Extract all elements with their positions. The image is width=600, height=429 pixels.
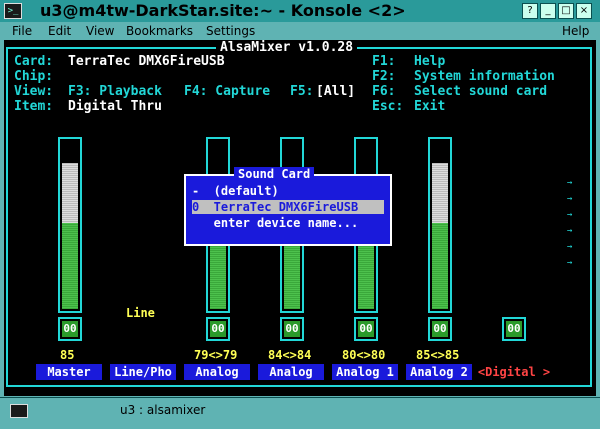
fader-analog-2-level	[432, 223, 448, 309]
scroll-arrow-icon: →	[567, 210, 573, 220]
fader-master[interactable]	[58, 137, 82, 313]
view-capture: F4: Capture	[184, 84, 271, 99]
card-label: Card:	[14, 54, 54, 69]
channel-analog[interactable]: Analog	[184, 364, 250, 380]
volume-analog-1: 80<>80	[342, 348, 386, 362]
volume-analog-2ch: 84<>84	[268, 348, 312, 362]
mute-digital[interactable]: 00	[502, 317, 526, 341]
key-f6: F6:	[372, 84, 396, 99]
fader-analog-2[interactable]	[428, 137, 452, 313]
mixer-title: AlsaMixer v1.0.28	[216, 40, 358, 55]
menu-settings[interactable]: Settings	[206, 24, 255, 38]
mute-analog-state: 00	[210, 321, 226, 337]
help-window-button[interactable]: ?	[522, 3, 538, 19]
menu-file[interactable]: File	[12, 24, 32, 38]
view-playback: F3: Playback	[68, 84, 162, 99]
channel-analog-1[interactable]: Analog 1	[332, 364, 398, 380]
channel-master[interactable]: Master	[36, 364, 102, 380]
konsole-app-icon[interactable]: >_	[4, 3, 22, 19]
item-label: Item:	[14, 99, 54, 114]
sound-card-dialog: Sound Card - (default) 0 TerraTec DMX6Fi…	[184, 167, 392, 246]
channel-digital-selected[interactable]: <Digital >	[474, 364, 554, 380]
key-esc: Esc:	[372, 99, 404, 114]
mute-analog-1[interactable]: 00	[354, 317, 378, 341]
maximize-button[interactable]: □	[558, 3, 574, 19]
volume-analog-2: 85<>85	[416, 348, 460, 362]
taskbar: u3 : alsamixer	[0, 397, 600, 429]
view-label: View:	[14, 84, 54, 99]
item-value: Digital Thru	[68, 99, 162, 114]
key-f2-action: System information	[414, 69, 555, 84]
key-f1-action: Help	[414, 54, 446, 69]
view-all: [All]	[316, 84, 356, 99]
dialog-option-default[interactable]: - (default)	[192, 184, 279, 198]
scroll-arrow-icon: →	[567, 194, 573, 204]
mute-analog-1-state: 00	[358, 321, 374, 337]
terminal-icon[interactable]	[10, 404, 28, 418]
menu-edit[interactable]: Edit	[48, 24, 71, 38]
channel-line-pho[interactable]: Line/Pho	[110, 364, 176, 380]
channel-analog-2[interactable]: Analog 2	[406, 364, 472, 380]
mute-master[interactable]: 00	[58, 317, 82, 341]
scroll-arrow-icon: →	[567, 242, 573, 252]
minimize-button[interactable]: _	[540, 3, 556, 19]
window-titlebar[interactable]: >_ u3@m4tw-DarkStar.site:~ - Konsole <2>…	[0, 0, 600, 23]
key-f6-action: Select sound card	[414, 84, 548, 99]
mute-digital-state: 00	[506, 321, 522, 337]
volume-master: 85	[60, 348, 75, 362]
menu-bookmarks[interactable]: Bookmarks	[126, 24, 193, 38]
key-esc-action: Exit	[414, 99, 446, 114]
volume-analog: 79<>79	[194, 348, 238, 362]
channel-analog-2ch[interactable]: Analog	[258, 364, 324, 380]
scroll-arrow-icon: →	[567, 178, 573, 188]
key-f1: F1:	[372, 54, 396, 69]
dialog-option-enter-name[interactable]: enter device name...	[192, 216, 359, 230]
taskbar-task[interactable]: u3 : alsamixer	[120, 403, 205, 417]
window-title: u3@m4tw-DarkStar.site:~ - Konsole <2>	[40, 1, 406, 20]
terminal-area[interactable]: AlsaMixer v1.0.28 Card: TerraTec DMX6Fir…	[4, 40, 596, 396]
mute-analog-2-state: 00	[432, 321, 448, 337]
mute-analog[interactable]: 00	[206, 317, 230, 341]
mute-analog-2ch[interactable]: 00	[280, 317, 304, 341]
line-capture-label: Line	[126, 306, 155, 320]
fader-master-level	[62, 223, 78, 309]
mute-analog-2[interactable]: 00	[428, 317, 452, 341]
menu-view[interactable]: View	[86, 24, 114, 38]
view-all-key: F5:	[290, 84, 314, 99]
menu-help[interactable]: Help	[562, 24, 589, 38]
chip-label: Chip:	[14, 69, 54, 84]
mute-analog-2ch-state: 00	[284, 321, 300, 337]
key-f2: F2:	[372, 69, 396, 84]
scroll-arrow-icon: →	[567, 226, 573, 236]
dialog-title: Sound Card	[234, 167, 315, 181]
dialog-option-terratec[interactable]: 0 TerraTec DMX6FireUSB	[192, 200, 384, 214]
menubar: File Edit View Bookmarks Settings Help	[0, 22, 600, 40]
mute-master-state: 00	[62, 321, 78, 337]
scroll-arrow-icon: →	[567, 258, 573, 268]
close-button[interactable]: ×	[576, 3, 592, 19]
card-value: TerraTec DMX6FireUSB	[68, 54, 225, 69]
